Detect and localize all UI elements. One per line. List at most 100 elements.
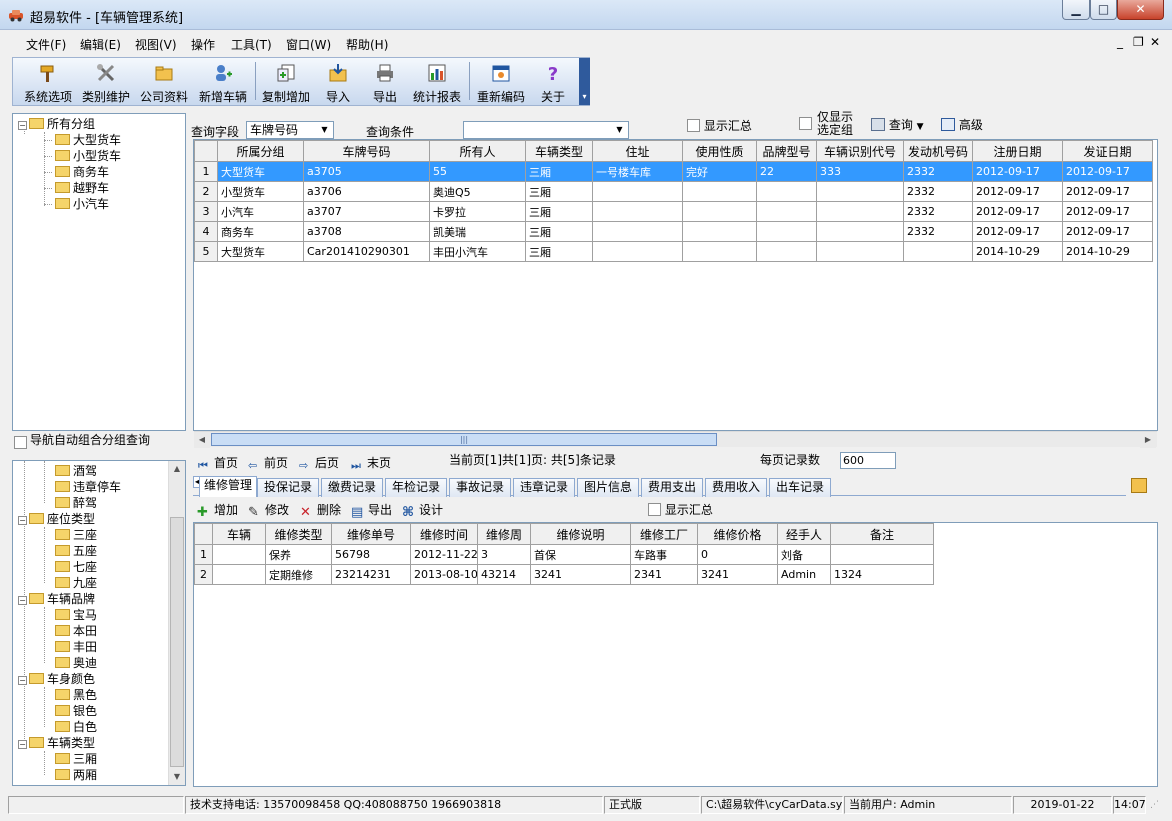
query-condition-select[interactable]: ▼ [463,121,629,139]
table-cell[interactable] [756,181,817,202]
tree-node-item[interactable]: 九座 [55,575,97,591]
column-header[interactable]: 车辆 [212,523,266,545]
mdi-minimize-icon[interactable]: _ [1117,35,1123,49]
table-cell[interactable]: 2332 [903,161,973,182]
table-cell[interactable]: 一号楼车库 [592,161,683,182]
collapse-icon[interactable]: − [18,596,27,605]
column-header[interactable]: 经手人 [777,523,831,545]
table-cell[interactable]: 0 [697,544,778,565]
table-cell[interactable]: a3708 [303,221,430,242]
tab-pictures[interactable]: 图片信息 [577,478,639,497]
table-cell[interactable]: 3241 [697,564,778,585]
tree-node-brand[interactable]: − 车辆品牌 [18,591,95,607]
column-header[interactable]: 车辆类型 [525,140,593,162]
table-cell[interactable]: 奥迪Q5 [429,181,526,202]
table-cell[interactable]: 22 [756,161,817,182]
column-header[interactable]: 品牌型号 [756,140,817,162]
tree-node-item[interactable]: 三厢 [55,751,97,767]
dropdown-arrow-icon[interactable]: ▼ [612,123,627,137]
query-field-select[interactable]: 车牌号码 ▼ [246,121,334,139]
column-header[interactable]: 维修价格 [697,523,778,545]
tree-node-item[interactable]: 黑色 [55,687,97,703]
renumber-button[interactable]: 重新编码 [473,58,529,105]
toolbar-overflow-icon[interactable]: ▾ [579,58,590,105]
table-row[interactable]: 2 小型货车 a3706 奥迪Q5 三厢 2332 2012-09-17 2012-09-17 [194,181,1153,202]
tree-node-item[interactable]: 银色 [55,703,97,719]
table-cell[interactable]: 三厢 [525,181,593,202]
tree-node-group[interactable]: 小型货车 [55,148,121,164]
show-summary-checkbox[interactable]: 显示汇总 [687,117,752,134]
table-cell[interactable] [682,201,757,222]
tree-node-item[interactable]: 宝马 [55,607,97,623]
table-cell[interactable] [816,181,904,202]
edit-record-button[interactable]: ✎ 修改 [248,501,289,519]
search-button[interactable]: 查询 ▼ [871,116,924,133]
table-cell[interactable]: 2012-09-17 [1062,181,1153,202]
table-cell[interactable]: 2332 [903,201,973,222]
tab-accidents[interactable]: 事故记录 [449,478,511,497]
table-row[interactable]: 1 保养 56798 2012-11-22 3 首保 车路事 0 刘备 [194,544,934,565]
column-header[interactable]: 所有人 [429,140,526,162]
collapse-icon[interactable]: − [18,516,27,525]
table-cell[interactable]: 2012-09-17 [972,221,1063,242]
table-cell[interactable] [816,221,904,242]
table-cell[interactable]: 2012-09-17 [972,161,1063,182]
category-tree-scrollbar[interactable]: ▲ ▼ [168,461,185,785]
table-cell[interactable] [816,201,904,222]
design-button[interactable]: ⌘ 设计 [402,501,443,519]
tab-maintenance[interactable]: 维修管理 [199,476,257,497]
per-page-input[interactable]: 600 [840,452,896,469]
add-record-button[interactable]: ✚ 增加 [197,501,238,519]
table-cell[interactable]: 2013-08-10 [410,564,478,585]
export-button[interactable]: 导出 [365,58,405,105]
about-button[interactable]: ? 关于 [533,58,573,105]
column-header[interactable]: 维修时间 [410,523,478,545]
advanced-button[interactable]: 高级 [941,116,983,133]
tree-node-group[interactable]: 越野车 [55,180,109,196]
tab-violations[interactable]: 违章记录 [513,478,575,497]
table-cell[interactable] [212,544,266,565]
table-cell[interactable] [682,181,757,202]
tree-node-item[interactable]: 三座 [55,527,97,543]
tree-node-item[interactable]: 七座 [55,559,97,575]
tree-node-group[interactable]: 小汽车 [55,196,109,212]
tab-fees[interactable]: 缴费记录 [321,478,383,497]
table-cell[interactable]: 2012-09-17 [1062,201,1153,222]
table-cell[interactable]: 凯美瑞 [429,221,526,242]
table-cell[interactable]: Car201410290301 [303,241,430,262]
table-cell[interactable]: 2012-11-22 [410,544,478,565]
system-options-button[interactable]: 系统选项 [19,58,77,105]
minimize-button[interactable]: ▁ [1062,0,1090,20]
tab-insurance[interactable]: 投保记录 [257,478,319,497]
column-header[interactable]: 所属分组 [217,140,304,162]
column-header[interactable]: 住址 [592,140,683,162]
dropdown-arrow-icon[interactable]: ▼ [917,122,924,132]
close-button[interactable]: ✕ [1117,0,1164,20]
menu-window[interactable]: 窗口(W) [286,36,331,53]
scroll-down-icon[interactable]: ▼ [169,769,185,785]
table-cell[interactable] [756,221,817,242]
table-cell[interactable] [592,181,683,202]
table-cell[interactable]: Admin [777,564,831,585]
delete-record-button[interactable]: ✕ 删除 [300,501,341,519]
tree-node-root[interactable]: − 所有分组 [18,116,95,132]
tree-node-vehicle-type[interactable]: − 车辆类型 [18,735,95,751]
checkbox-box[interactable] [799,117,812,130]
grid-horizontal-scrollbar[interactable]: ◀ ||| ▶ [194,431,1157,448]
table-cell[interactable]: 三厢 [525,241,593,262]
column-header[interactable]: 备注 [830,523,934,545]
table-cell[interactable]: a3705 [303,161,430,182]
table-cell[interactable]: 定期维修 [265,564,332,585]
scroll-thumb[interactable]: ||| [211,433,717,446]
table-row[interactable]: 4 商务车 a3708 凯美瑞 三厢 2332 2012-09-17 2012-09-17 [194,221,1153,242]
table-cell[interactable]: 2012-09-17 [1062,161,1153,182]
table-cell[interactable]: 丰田小汽车 [429,241,526,262]
tree-node-seat-type[interactable]: − 座位类型 [18,511,95,527]
table-cell[interactable]: 刘备 [777,544,831,565]
tree-node-item[interactable]: 五座 [55,543,97,559]
tab-expenses[interactable]: 费用支出 [641,478,703,497]
table-cell[interactable]: 三厢 [525,221,593,242]
tree-node-item[interactable]: 丰田 [55,639,97,655]
table-cell[interactable]: 3241 [530,564,631,585]
table-cell[interactable]: 3 [477,544,531,565]
